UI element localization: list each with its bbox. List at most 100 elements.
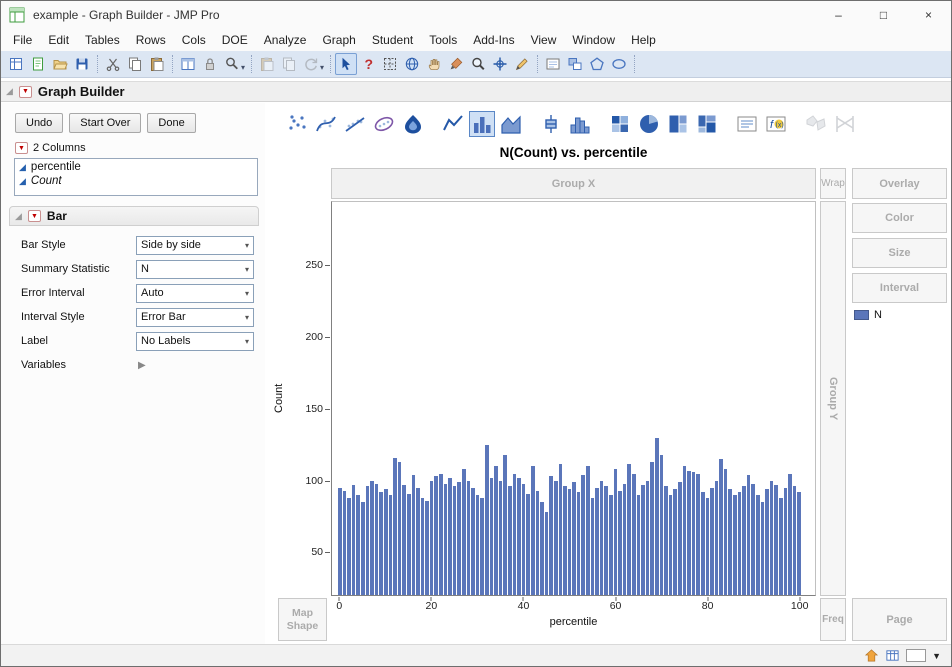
treemap-element-icon[interactable] xyxy=(665,111,691,137)
bar[interactable] xyxy=(650,462,654,595)
bar[interactable] xyxy=(715,481,719,595)
bar[interactable] xyxy=(389,495,393,595)
bar[interactable] xyxy=(536,491,540,595)
columns-red-triangle-icon[interactable]: ▼ xyxy=(15,142,28,154)
start-over-button[interactable]: Start Over xyxy=(69,113,141,133)
wrap-zone[interactable]: Wrap xyxy=(820,168,846,199)
bar[interactable] xyxy=(444,484,448,595)
bar[interactable] xyxy=(471,488,475,595)
bar-section-header[interactable]: ◢ ▼ Bar xyxy=(9,206,259,226)
title-bar[interactable]: example - Graph Builder - JMP Pro – □ × xyxy=(1,1,951,29)
bar[interactable] xyxy=(531,466,535,595)
bar[interactable] xyxy=(692,472,696,595)
status-table-icon[interactable] xyxy=(885,648,900,663)
bar[interactable] xyxy=(526,494,530,595)
bar[interactable] xyxy=(614,469,618,595)
bar[interactable] xyxy=(728,489,732,595)
bar-element-icon[interactable] xyxy=(469,111,495,137)
bar[interactable] xyxy=(761,502,765,595)
bar[interactable] xyxy=(366,486,370,595)
formula-element-icon[interactable]: f(x) xyxy=(763,111,789,137)
page-zone[interactable]: Page xyxy=(852,598,947,641)
bar[interactable] xyxy=(352,485,356,595)
bar[interactable] xyxy=(402,485,406,595)
paste-special-icon[interactable] xyxy=(256,53,278,75)
bar[interactable] xyxy=(457,482,461,595)
points-element-icon[interactable] xyxy=(284,111,310,137)
done-button[interactable]: Done xyxy=(147,113,195,133)
box-plot-element-icon[interactable] xyxy=(538,111,564,137)
menu-window[interactable]: Window xyxy=(564,30,623,50)
selection-icon[interactable] xyxy=(379,53,401,75)
heatmap-element-icon[interactable] xyxy=(607,111,633,137)
bar[interactable] xyxy=(494,466,498,595)
grabber-icon[interactable] xyxy=(423,53,445,75)
column-item-percentile[interactable]: ◢percentile xyxy=(17,160,255,174)
bar[interactable] xyxy=(719,459,723,595)
status-menu-caret-icon[interactable]: ▼ xyxy=(932,651,941,661)
x-axis[interactable]: 020406080100 xyxy=(337,597,802,613)
x-axis-label[interactable]: percentile xyxy=(331,616,816,628)
bar[interactable] xyxy=(568,489,572,595)
bar[interactable] xyxy=(655,438,659,595)
bar[interactable] xyxy=(485,445,489,595)
bar[interactable] xyxy=(572,482,576,595)
menu-doe[interactable]: DOE xyxy=(214,30,256,50)
menu-tools[interactable]: Tools xyxy=(421,30,465,50)
help-icon[interactable]: ? xyxy=(357,53,379,75)
bar[interactable] xyxy=(430,481,434,595)
bar[interactable] xyxy=(784,488,788,595)
bar[interactable] xyxy=(706,498,710,595)
bar[interactable] xyxy=(347,498,351,595)
maximize-button[interactable]: □ xyxy=(861,1,906,29)
bar[interactable] xyxy=(462,469,466,595)
bar[interactable] xyxy=(384,489,388,595)
bar[interactable] xyxy=(793,486,797,595)
copy-icon[interactable] xyxy=(124,53,146,75)
bar[interactable] xyxy=(559,464,563,595)
line-element-icon[interactable] xyxy=(440,111,466,137)
error-interval-select[interactable]: Auto▾ xyxy=(136,284,254,303)
close-button[interactable]: × xyxy=(906,1,951,29)
size-zone[interactable]: Size xyxy=(852,238,947,268)
bar[interactable] xyxy=(453,486,457,595)
summary-statistic-select[interactable]: N▾ xyxy=(136,260,254,279)
mosaic-element-icon[interactable] xyxy=(694,111,720,137)
new-journal-icon[interactable] xyxy=(27,53,49,75)
bar[interactable] xyxy=(480,498,484,595)
bar[interactable] xyxy=(627,464,631,595)
pen-icon[interactable] xyxy=(511,53,533,75)
bar[interactable] xyxy=(701,492,705,595)
bar[interactable] xyxy=(683,466,687,595)
open-icon[interactable] xyxy=(49,53,71,75)
bar[interactable] xyxy=(586,466,590,595)
bar[interactable] xyxy=(779,498,783,595)
bar[interactable] xyxy=(554,481,558,595)
new-data-table-icon[interactable] xyxy=(5,53,27,75)
variables-expand-icon[interactable]: ▶ xyxy=(138,360,146,371)
undo-button[interactable]: Undo xyxy=(15,113,63,133)
y-axis-label[interactable]: Count xyxy=(271,201,287,596)
bar-style-select[interactable]: Side by side▾ xyxy=(136,236,254,255)
bar[interactable] xyxy=(412,475,416,595)
bar[interactable] xyxy=(434,476,438,595)
histogram-element-icon[interactable] xyxy=(567,111,593,137)
color-zone[interactable]: Color xyxy=(852,203,947,233)
bar[interactable] xyxy=(687,471,691,595)
bar[interactable] xyxy=(747,475,751,595)
menu-edit[interactable]: Edit xyxy=(40,30,77,50)
columns-list[interactable]: ◢percentile◢Count xyxy=(14,158,258,196)
bar[interactable] xyxy=(398,462,402,595)
bar[interactable] xyxy=(632,474,636,595)
y-axis[interactable]: 50100150200250 xyxy=(297,201,330,596)
interval-zone[interactable]: Interval xyxy=(852,273,947,303)
bar[interactable] xyxy=(664,486,668,595)
windows-icon[interactable] xyxy=(564,53,586,75)
bar[interactable] xyxy=(678,482,682,595)
menu-student[interactable]: Student xyxy=(364,30,421,50)
bar[interactable] xyxy=(439,474,443,595)
bar-red-triangle-icon[interactable]: ▼ xyxy=(28,210,41,222)
bar[interactable] xyxy=(343,491,347,595)
menu-tables[interactable]: Tables xyxy=(77,30,128,50)
refresh-icon[interactable] xyxy=(300,53,322,75)
